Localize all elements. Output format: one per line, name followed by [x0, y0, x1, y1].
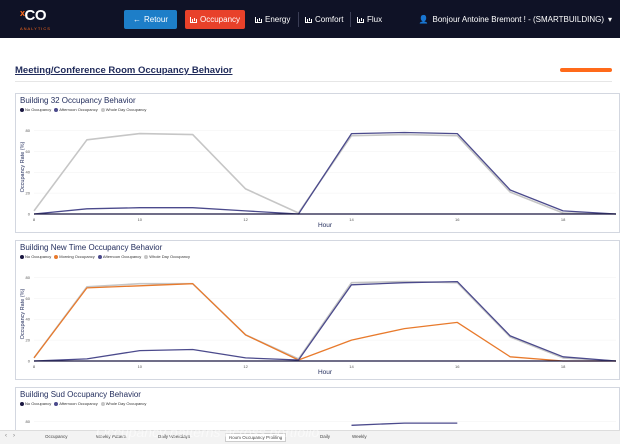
y-tick-label: 20 — [26, 338, 31, 343]
line-chart: 0 20 40 60 80 Occupancy Rate (%) 8 10 12 14 16 18 Ho… — [20, 128, 617, 229]
chevron-right-icon[interactable]: › — [13, 433, 15, 439]
x-axis-title: Hour — [318, 369, 333, 376]
nav-tab-flux[interactable]: Flux — [357, 10, 382, 29]
x-tick-label: 16 — [455, 217, 460, 222]
series-line-afternoon-occupancy — [33, 280, 617, 362]
y-tick-label: 80 — [26, 419, 31, 424]
title-divider — [15, 81, 612, 82]
y-tick-label: 80 — [26, 275, 31, 280]
accent-bar — [560, 68, 612, 72]
nav-tab-energy[interactable]: Energy — [255, 10, 290, 29]
x-tick-label: 14 — [349, 364, 354, 369]
y-axis-title: Occupancy Rate (%) — [20, 141, 26, 192]
watermark-caption: Occupancy patterns across portfolio — [96, 424, 320, 440]
tab-occupancy[interactable]: Occupancy — [45, 434, 68, 439]
top-nav-bar: xCO ANALYTICS ← Retour Occupancy Energy … — [0, 0, 620, 38]
nav-tab-occupancy[interactable]: Occupancy — [185, 10, 246, 29]
x-axis-title: Hour — [318, 222, 333, 229]
y-tick-label: 20 — [26, 191, 31, 196]
x-tick-label: 16 — [455, 364, 460, 369]
x-tick-label: 10 — [138, 364, 143, 369]
y-axis-title: Occupancy Rate (%) — [20, 288, 26, 339]
x-tick-label: 12 — [243, 364, 248, 369]
x-tick-label: 18 — [561, 217, 566, 222]
tab-daily[interactable]: Daily — [320, 434, 330, 439]
nav-tab-comfort[interactable]: Comfort — [305, 10, 343, 29]
user-menu[interactable]: 👤 Bonjour Antoine Bremont ! - (SMARTBUIL… — [419, 10, 612, 29]
y-tick-label: 0 — [28, 212, 31, 217]
y-tick-label: 60 — [26, 149, 31, 154]
y-tick-label: 40 — [26, 317, 31, 322]
chart-panel-building-new-time: Building New Time Occupancy Behavior No … — [15, 240, 620, 380]
x-tick-label: 8 — [33, 217, 36, 222]
tab-weekly[interactable]: Weekly — [352, 434, 367, 439]
page-title: Meeting/Conference Room Occupancy Behavi… — [15, 65, 233, 76]
arrow-left-icon: ← — [132, 15, 141, 24]
user-icon: 👤 — [418, 15, 429, 24]
bar-chart-icon — [255, 16, 262, 23]
y-tick-label: 60 — [26, 296, 31, 301]
bar-chart-icon — [357, 16, 364, 23]
bar-chart-icon — [190, 16, 197, 23]
chevron-left-icon[interactable]: ‹ — [5, 433, 7, 439]
x-tick-label: 8 — [33, 364, 36, 369]
y-tick-label: 0 — [28, 359, 31, 364]
caret-down-icon: ▾ — [607, 15, 612, 24]
y-tick-label: 40 — [26, 170, 31, 175]
x-tick-label: 14 — [349, 217, 354, 222]
bar-chart-icon — [305, 16, 312, 23]
logo[interactable]: xCO ANALYTICS — [20, 7, 60, 33]
series-line-afternoon-occupancy — [351, 422, 458, 426]
x-tick-label: 10 — [138, 217, 143, 222]
y-tick-label: 80 — [26, 128, 31, 133]
nav-divider — [350, 12, 351, 27]
x-tick-label: 18 — [561, 364, 566, 369]
chart-panel-building-32: Building 32 Occupancy Behavior No Occupa… — [15, 93, 620, 233]
x-tick-label: 12 — [243, 217, 248, 222]
back-button[interactable]: ← Retour — [124, 10, 177, 29]
line-chart: 0 20 40 60 80 Occupancy Rate (%) 8 10 12 14 16 18 Ho… — [20, 275, 617, 376]
nav-divider — [298, 12, 299, 27]
series-line-afternoon-occupancy — [33, 131, 617, 215]
